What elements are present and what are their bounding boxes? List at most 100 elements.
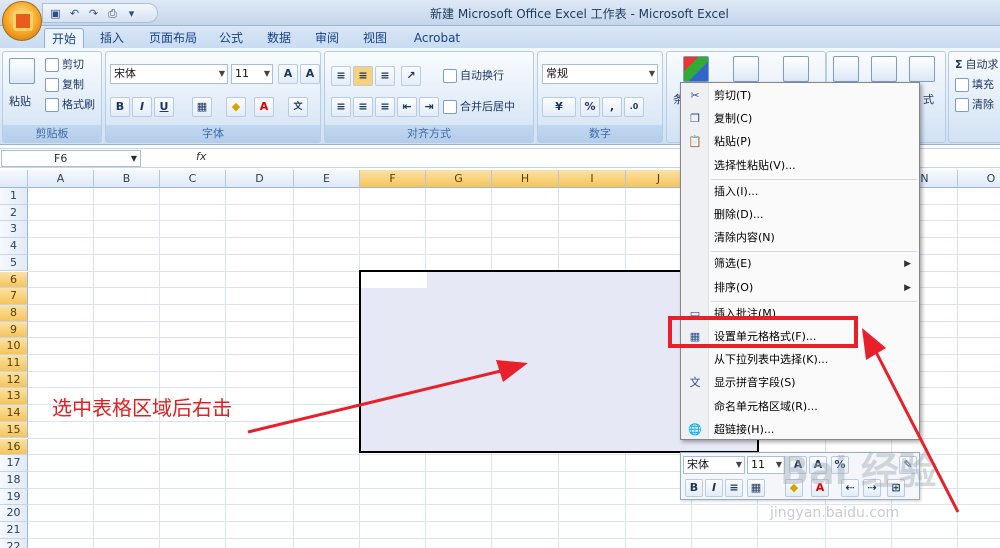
fill-button[interactable]: 填充 (955, 75, 994, 95)
customize-dropdown-icon[interactable]: ▾ (125, 7, 138, 20)
mini-bold-button[interactable]: B (685, 479, 703, 497)
row-header[interactable]: 15 (0, 421, 28, 439)
align-top-icon[interactable]: ≡ (331, 66, 351, 86)
tab-view[interactable]: 视图 (358, 28, 392, 48)
shrink-font-button[interactable]: A (300, 64, 320, 84)
mini-borders-icon[interactable]: ▦ (747, 479, 765, 497)
row-header[interactable]: 5 (0, 254, 28, 272)
column-header[interactable]: A (28, 170, 94, 188)
menu-item[interactable]: 文显示拼音字段(S) (681, 372, 919, 394)
percent-button[interactable]: % (580, 97, 600, 117)
autosum-button[interactable]: Σ 自动求 (955, 55, 999, 75)
menu-item[interactable]: 排序(O) ▶ (681, 277, 919, 299)
font-size-combo[interactable]: 11 ▼ (231, 64, 273, 84)
menu-item[interactable]: 插入(I)... (681, 181, 919, 203)
font-name-combo[interactable]: 宋体 ▼ (110, 64, 228, 84)
column-header[interactable]: C (160, 170, 226, 188)
comma-icon[interactable]: , (602, 97, 622, 117)
cell-styles-icon[interactable] (783, 56, 809, 82)
format-cells-ribbon-icon[interactable] (909, 56, 935, 82)
borders-icon[interactable]: ▦ (192, 97, 212, 117)
italic-button[interactable]: I (132, 97, 152, 117)
font-color-icon[interactable]: A (254, 97, 274, 117)
row-header[interactable]: 17 (0, 455, 28, 472)
column-header[interactable]: G (426, 170, 492, 188)
mini-font-combo[interactable]: 宋体 ▼ (683, 456, 745, 474)
name-box[interactable]: F6 ▼ (1, 150, 141, 167)
tab-data[interactable]: 数据 (262, 28, 296, 48)
menu-item[interactable]: 清除内容(N) (681, 227, 919, 249)
align-bottom-icon[interactable]: ≡ (375, 66, 395, 86)
align-left-icon[interactable]: ≡ (331, 97, 351, 117)
column-header[interactable]: D (226, 170, 294, 188)
row-header[interactable]: 10 (0, 338, 28, 355)
conditional-format-icon[interactable] (683, 56, 709, 82)
tab-formulas[interactable]: 公式 (214, 28, 248, 48)
row-header[interactable]: 9 (0, 321, 28, 339)
increase-decimal-icon[interactable]: .0 (624, 97, 644, 117)
insert-cells-icon[interactable] (833, 56, 859, 82)
row-header[interactable]: 2 (0, 204, 28, 222)
format-button[interactable]: 式 (923, 90, 934, 110)
underline-button[interactable]: U (154, 97, 174, 117)
bold-button[interactable]: B (110, 97, 130, 117)
align-center-icon[interactable]: ≡ (353, 97, 373, 117)
tab-home[interactable]: 开始 (44, 28, 84, 48)
row-header[interactable]: 8 (0, 304, 28, 322)
row-header[interactable]: 22 (0, 538, 28, 548)
mini-italic-button[interactable]: I (705, 479, 723, 497)
row-header[interactable]: 21 (0, 522, 28, 539)
phonetic-icon[interactable]: 文 (288, 97, 308, 117)
copy-button[interactable]: 复制 (45, 75, 84, 95)
redo-icon[interactable]: ↷ (87, 7, 100, 20)
paste-button[interactable]: 粘贴 (9, 92, 31, 112)
menu-item[interactable]: 删除(D)... (681, 204, 919, 226)
fill-color-icon[interactable]: ◆ (226, 97, 246, 117)
active-cell[interactable] (361, 272, 427, 288)
menu-item[interactable]: 选择性粘贴(V)... (681, 155, 919, 177)
number-format-combo[interactable]: 常规 ▼ (542, 64, 658, 84)
row-header[interactable]: 11 (0, 355, 28, 372)
row-header[interactable]: 12 (0, 371, 28, 389)
decrease-indent-icon[interactable]: ⇤ (397, 97, 417, 117)
mini-align-center-icon[interactable]: ≡ (725, 479, 743, 497)
menu-item[interactable]: ❐ 复制(C) (681, 108, 919, 130)
grow-font-button[interactable]: A (278, 64, 298, 84)
format-painter-button[interactable]: 格式刷 (45, 95, 95, 115)
row-header[interactable]: 19 (0, 488, 28, 506)
currency-icon[interactable]: ¥ (542, 97, 576, 117)
row-header[interactable]: 1 (0, 188, 28, 205)
orientation-icon[interactable]: ↗ (401, 66, 421, 86)
menu-item[interactable]: 📋 粘贴(P) (681, 131, 919, 153)
row-header[interactable]: 6 (0, 271, 28, 289)
merge-center-button[interactable]: 合并后居中 (443, 97, 515, 117)
menu-item[interactable]: 从下拉列表中选择(K)... (681, 349, 919, 371)
column-header[interactable]: H (492, 170, 559, 188)
row-header[interactable]: 4 (0, 238, 28, 255)
paste-icon[interactable] (9, 58, 35, 84)
menu-item[interactable]: ✂ 剪切(T) (681, 85, 919, 107)
delete-cells-icon[interactable] (871, 56, 897, 82)
tab-insert[interactable]: 插入 (94, 28, 130, 48)
row-header[interactable]: 7 (0, 288, 28, 305)
select-all-corner[interactable] (0, 170, 28, 188)
increase-indent-icon[interactable]: ⇥ (419, 97, 439, 117)
menu-item[interactable]: 命名单元格区域(R)... (681, 396, 919, 418)
print-preview-icon[interactable]: ⎙ (106, 7, 119, 20)
clear-button[interactable]: 清除 (955, 95, 994, 115)
column-header[interactable]: F (360, 170, 426, 188)
tab-page-layout[interactable]: 页面布局 (142, 28, 204, 48)
office-button[interactable] (2, 1, 42, 41)
insert-function-button[interactable]: fx (196, 150, 206, 163)
cut-button[interactable]: 剪切 (45, 55, 84, 75)
row-header[interactable]: 13 (0, 388, 28, 406)
row-header[interactable]: 16 (0, 438, 28, 456)
align-right-icon[interactable]: ≡ (375, 97, 395, 117)
save-icon[interactable]: ▣ (49, 7, 62, 20)
column-header[interactable]: O (958, 170, 1000, 188)
tab-acrobat[interactable]: Acrobat (408, 28, 466, 48)
row-header[interactable]: 3 (0, 221, 28, 239)
menu-item[interactable]: 筛选(E) ▶ (681, 253, 919, 275)
row-header[interactable]: 20 (0, 505, 28, 522)
undo-icon[interactable]: ↶ (68, 7, 81, 20)
